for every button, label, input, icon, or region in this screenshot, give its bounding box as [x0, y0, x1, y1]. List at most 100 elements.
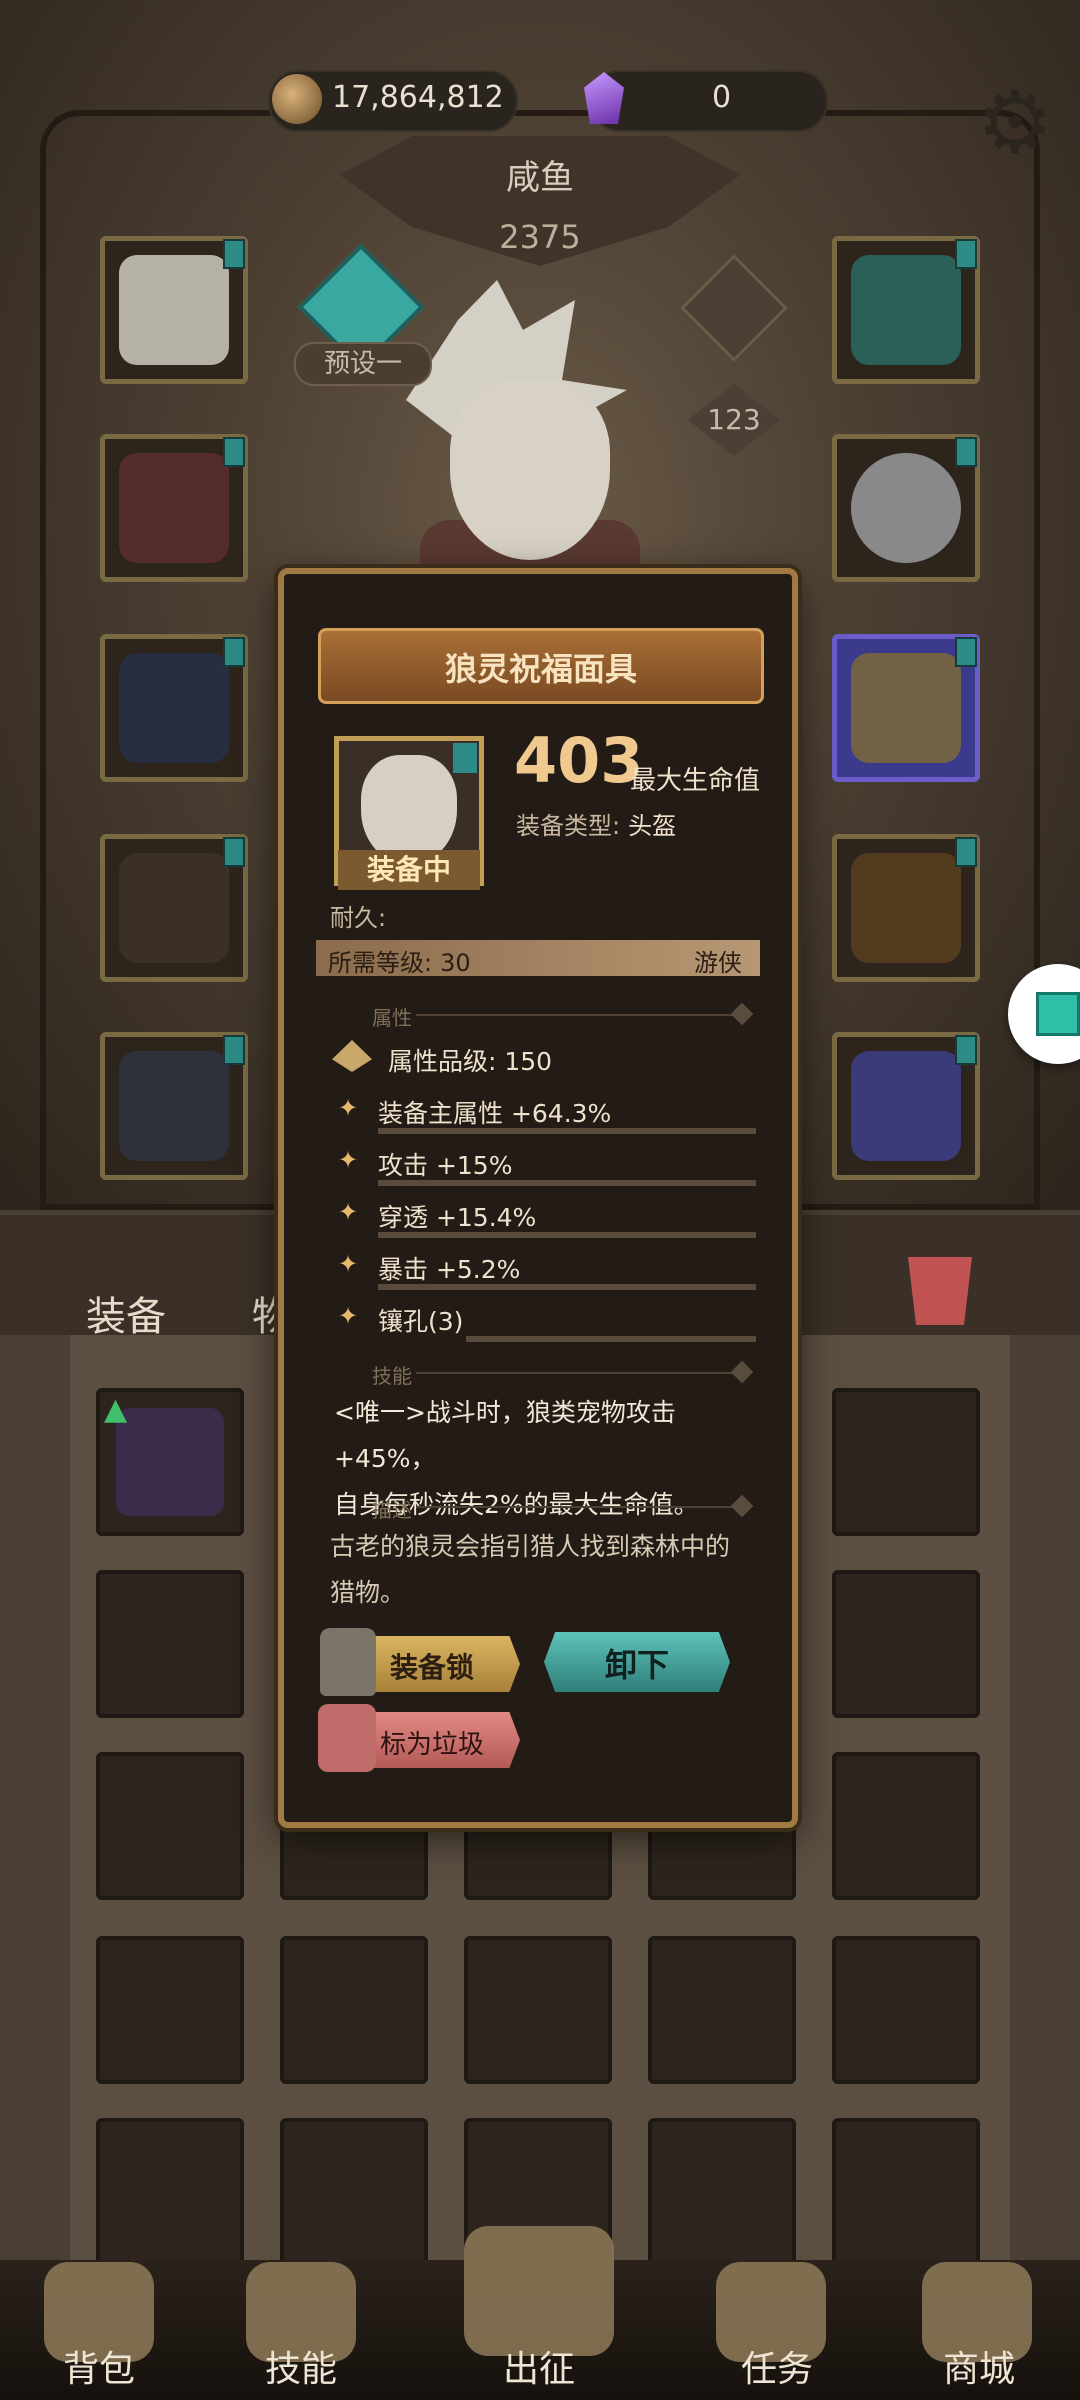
item-flavor-text: 古老的狼灵会指引猎人找到森林中的 猎物。 [330, 1524, 764, 1616]
unequip-label[interactable]: 卸下 [544, 1640, 730, 1686]
slot-flag-icon [453, 743, 477, 773]
section-divider [416, 1372, 736, 1374]
slot-flag-icon [955, 837, 977, 867]
equip-slot-armor[interactable] [100, 434, 248, 582]
boots-icon [119, 1051, 229, 1161]
inventory-slot[interactable] [648, 1936, 796, 2084]
quiver-icon [851, 1051, 961, 1161]
crossbow-icon [851, 853, 961, 963]
glove-icon [119, 653, 229, 763]
character-name: 咸鱼 [506, 158, 574, 198]
equip-slot-helmet[interactable] [100, 236, 248, 384]
hero-portrait [450, 380, 610, 560]
nav-tasks[interactable]: 任务 [702, 2340, 852, 2392]
equip-slot-offhand[interactable] [832, 1032, 980, 1180]
nav-backpack[interactable]: 背包 [24, 2340, 174, 2392]
inventory-slot[interactable] [832, 1388, 980, 1536]
required-level-value: 30 [440, 949, 471, 977]
slot-flag-icon [223, 437, 245, 467]
star-icon: ✦ [338, 1146, 359, 1174]
amulet-icon [851, 255, 961, 365]
equip-slot-boots[interactable] [100, 1032, 248, 1180]
item-name: 狼灵祝福面具 [444, 650, 637, 688]
gem-display [590, 70, 828, 132]
attribute-bar [378, 1232, 756, 1238]
slot-flag-icon [223, 239, 245, 269]
star-icon: ✦ [338, 1094, 359, 1122]
inventory-slot[interactable] [280, 1936, 428, 2084]
upgrade-arrow-icon: ▲ [104, 1392, 128, 1427]
equipped-badge: 装备中 [338, 850, 480, 890]
slot-flag-icon [955, 1035, 977, 1065]
inventory-slot[interactable] [96, 1570, 244, 1718]
equip-slot-pants[interactable] [100, 834, 248, 982]
item-type-value: 头盔 [628, 812, 677, 840]
inventory-slot[interactable] [832, 1752, 980, 1900]
settings-gear-icon[interactable]: ⚙ [972, 80, 1058, 166]
slot-flag-icon [955, 239, 977, 269]
nav-skills[interactable]: 技能 [226, 2340, 376, 2392]
equip-slot-necklace[interactable] [832, 236, 980, 384]
inventory-slot[interactable] [832, 1936, 980, 2084]
attribute-bar [466, 1336, 756, 1342]
skill-line: <唯一>战斗时，狼类宠物攻击+45%， [334, 1398, 676, 1473]
slot-flag-icon [223, 637, 245, 667]
description-line: 古老的狼灵会指引猎人找到森林中的 [330, 1532, 731, 1561]
required-level-label: 所需等级: [328, 949, 433, 977]
inventory-slot[interactable] [280, 2118, 428, 2266]
ring-icon [851, 453, 961, 563]
attribute-row: 穿透 +15.4% [378, 1203, 537, 1232]
attribute-row: 装备主属性 +64.3% [378, 1099, 612, 1128]
gem-amount: 0 [712, 80, 732, 115]
section-divider [416, 1014, 736, 1016]
inventory-slot[interactable]: ▲ [96, 1388, 244, 1536]
inventory-slot[interactable] [648, 2118, 796, 2266]
main-stat-value: 403 [514, 724, 644, 797]
gold-coin-icon [272, 74, 322, 124]
sword-map-icon[interactable] [464, 2226, 614, 2356]
star-icon: ✦ [338, 1302, 359, 1330]
attribute-row: 暴击 +5.2% [378, 1255, 521, 1284]
crossbow-icon [116, 1408, 224, 1516]
preset-button[interactable]: 预设一 [294, 342, 432, 386]
cube-icon [1036, 992, 1080, 1036]
equip-slot-ring-2[interactable] [832, 634, 980, 782]
inventory-slot[interactable] [96, 1752, 244, 1900]
attribute-bar [378, 1284, 756, 1290]
slot-flag-icon [955, 437, 977, 467]
inventory-slot[interactable] [832, 1570, 980, 1718]
description-line: 猎物。 [330, 1578, 406, 1607]
inventory-slot[interactable] [96, 1936, 244, 2084]
character-power: 2375 [499, 218, 581, 256]
equip-slot-weapon[interactable] [832, 834, 980, 982]
tab-equipment[interactable]: 装备 [86, 1284, 166, 1342]
star-icon: ✦ [338, 1250, 359, 1278]
inventory-slot[interactable] [464, 1936, 612, 2084]
slot-flag-icon [955, 637, 977, 667]
slot-flag-icon [223, 1035, 245, 1065]
section-divider [416, 1506, 736, 1508]
inventory-slot[interactable] [96, 2118, 244, 2266]
slot-flag-icon [223, 837, 245, 867]
attribute-quality: 属性品级: 150 [388, 1047, 553, 1076]
equip-slot-gloves[interactable] [100, 634, 248, 782]
nav-expedition[interactable]: 出征 [464, 2340, 614, 2392]
required-level: 所需等级: 30 [328, 943, 471, 978]
item-type: 装备类型: 头盔 [516, 806, 676, 841]
item-type-label: 装备类型: [516, 812, 621, 840]
attribute-row: 镶孔(3) [378, 1307, 464, 1336]
nav-shop[interactable]: 商城 [904, 2340, 1054, 2392]
attribute-row: 攻击 +15% [378, 1151, 513, 1180]
section-label-description: 描述 [372, 1498, 412, 1522]
inventory-slot[interactable] [832, 2118, 980, 2266]
wolf-mask-icon [119, 255, 229, 365]
ruby-ring-icon [851, 653, 961, 763]
section-label-skill: 技能 [372, 1364, 412, 1388]
star-icon: ✦ [338, 1198, 359, 1226]
equip-slot-ring[interactable] [832, 434, 980, 582]
equip-lock-label[interactable]: 装备锁 [344, 1646, 520, 1686]
main-stat-name: 最大生命值 [630, 766, 761, 796]
armor-icon [119, 453, 229, 563]
attribute-bar [378, 1180, 756, 1186]
mark-junk-label[interactable]: 标为垃圾 [344, 1724, 520, 1761]
